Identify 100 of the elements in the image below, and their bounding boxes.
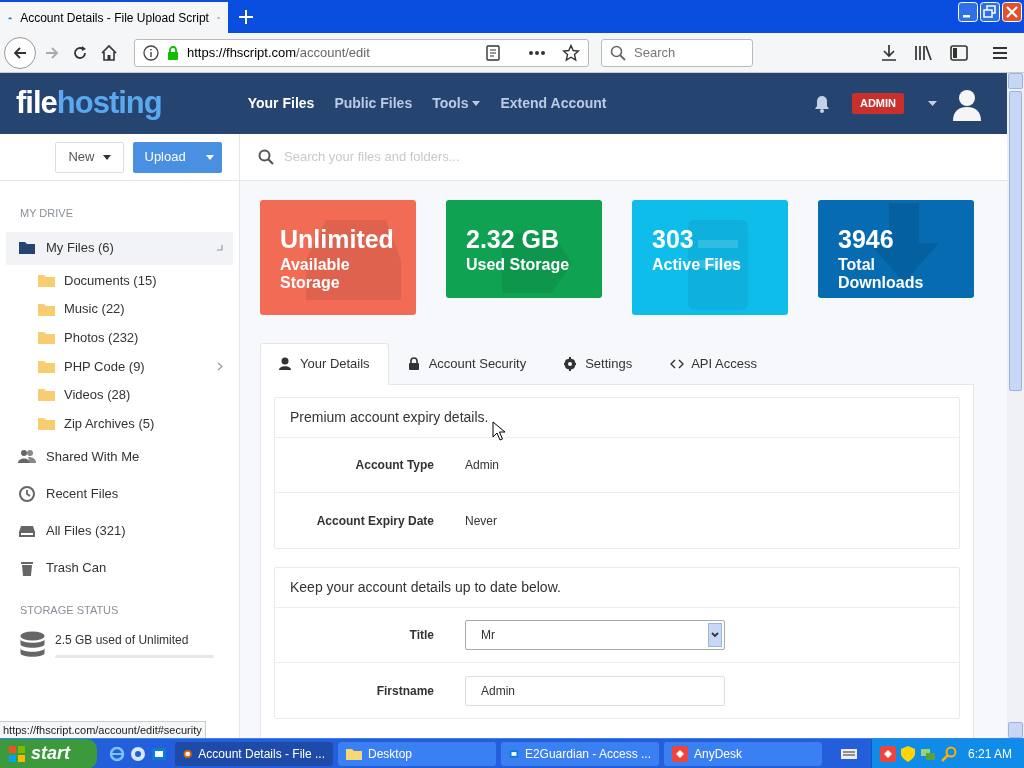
windows-logo-icon bbox=[8, 744, 26, 763]
chevron-icon[interactable] bbox=[217, 361, 223, 371]
tab[interactable]: API Access bbox=[651, 343, 776, 385]
nav-link[interactable]: Public Files bbox=[334, 93, 413, 114]
tab[interactable]: Settings bbox=[545, 343, 652, 385]
minimize-icon[interactable] bbox=[958, 2, 978, 22]
home-icon[interactable] bbox=[100, 43, 118, 62]
info-icon[interactable] bbox=[143, 44, 159, 61]
nav-link[interactable]: Tools bbox=[432, 93, 481, 114]
folder-icon bbox=[38, 416, 55, 430]
back-arrow-icon bbox=[12, 44, 28, 61]
back-button[interactable] bbox=[4, 36, 36, 69]
app-icon[interactable] bbox=[879, 745, 896, 762]
reload-icon[interactable] bbox=[72, 44, 88, 61]
bell-icon[interactable] bbox=[813, 94, 830, 113]
field-label: Title bbox=[408, 627, 434, 644]
new-tab-icon[interactable] bbox=[236, 7, 256, 27]
field-value: Admin bbox=[465, 457, 499, 474]
menu-icon[interactable] bbox=[992, 45, 1008, 60]
lock-icon bbox=[407, 357, 422, 371]
section-heading: STORAGE STATUS bbox=[19, 603, 120, 619]
caret-icon[interactable] bbox=[928, 101, 937, 106]
taskbar-button[interactable]: Account Details - File ... bbox=[175, 741, 333, 766]
chevron-icon bbox=[711, 632, 719, 638]
folder-icon bbox=[38, 359, 55, 373]
sidebar-item[interactable]: My Files (6) bbox=[6, 231, 233, 265]
folder-item[interactable]: Videos (28) bbox=[6, 382, 233, 407]
folder-icon bbox=[18, 239, 36, 257]
restore-icon[interactable] bbox=[980, 2, 1000, 22]
stat-label: Total Downloads bbox=[838, 256, 925, 292]
stat-label: Active Files bbox=[652, 256, 742, 274]
user-icon bbox=[279, 357, 293, 371]
keyboard-icon[interactable] bbox=[840, 747, 857, 760]
tab[interactable]: Account Security bbox=[388, 343, 546, 385]
nav-link[interactable]: Your Files bbox=[247, 93, 315, 114]
search-icon bbox=[258, 149, 274, 165]
new-button[interactable]: New bbox=[55, 141, 124, 173]
sidebar-icon[interactable] bbox=[950, 44, 968, 61]
caret-icon bbox=[102, 154, 111, 160]
folder-icon bbox=[38, 302, 55, 316]
globe-icon[interactable] bbox=[109, 745, 125, 762]
start-button[interactable]: start bbox=[0, 738, 97, 768]
folder-item[interactable]: Photos (232) bbox=[6, 325, 233, 350]
taskbar-button[interactable]: E2Guardian - Access ... bbox=[501, 741, 659, 766]
tab[interactable]: Your Details bbox=[260, 343, 389, 385]
app-icon[interactable] bbox=[151, 745, 167, 762]
clock-icon bbox=[18, 484, 36, 503]
star-icon[interactable] bbox=[562, 43, 580, 62]
folder-item[interactable]: Zip Archives (5) bbox=[6, 411, 233, 436]
taskbar-button[interactable]: Desktop bbox=[338, 741, 496, 766]
download-icon[interactable] bbox=[880, 43, 898, 62]
database-icon bbox=[20, 630, 45, 659]
nav-link[interactable]: Extend Account bbox=[500, 93, 607, 114]
more-icon[interactable] bbox=[528, 49, 546, 56]
gear-icon bbox=[564, 357, 579, 371]
library-icon[interactable] bbox=[914, 43, 934, 62]
caret-icon bbox=[472, 101, 481, 106]
sidebar-item[interactable]: All Files (321) bbox=[6, 514, 233, 548]
stat-value: Unlimited bbox=[280, 224, 395, 254]
browser-tab[interactable]: Account Details - File Upload Script bbox=[0, 2, 228, 33]
title-select[interactable]: Mr bbox=[465, 620, 725, 650]
search-field[interactable]: Search bbox=[601, 38, 753, 67]
sidebar-item[interactable]: Trash Can bbox=[6, 551, 233, 585]
app-icon bbox=[672, 745, 688, 762]
scrollbar[interactable] bbox=[1007, 73, 1024, 738]
folder-icon bbox=[38, 274, 55, 287]
firstname-field[interactable]: Admin bbox=[465, 675, 725, 706]
folder-item[interactable]: Documents (15) bbox=[6, 268, 233, 293]
close-icon[interactable] bbox=[1002, 2, 1022, 22]
folder-item[interactable]: PHP Code (9) bbox=[6, 354, 233, 379]
stat-value: 303 bbox=[652, 224, 695, 254]
status-url: https://fhscript.com/account/edit#security bbox=[0, 721, 206, 738]
role-badge: ADMIN bbox=[851, 93, 904, 114]
sidebar-item[interactable]: Shared With Me bbox=[6, 440, 233, 474]
folder-icon bbox=[38, 388, 55, 402]
folder-item[interactable]: Music (22) bbox=[6, 297, 233, 322]
sidebar-item[interactable]: Recent Files bbox=[6, 477, 233, 511]
stat-value: 3946 bbox=[838, 224, 895, 254]
card-heading: Keep your account details up to date below. bbox=[275, 568, 959, 608]
stat-value: 2.32 GB bbox=[466, 224, 561, 254]
field-label: Firstname bbox=[375, 682, 434, 700]
search-icon bbox=[610, 44, 626, 61]
taskbar-button[interactable]: AnyDesk bbox=[664, 741, 822, 766]
storage-text: 2.5 GB used of Unlimited bbox=[55, 632, 190, 650]
caret-icon bbox=[205, 154, 214, 160]
field-value: Never bbox=[465, 512, 497, 530]
reader-view-icon[interactable] bbox=[486, 44, 500, 61]
address-bar[interactable]: https://fhscript.com/account/edit bbox=[134, 38, 589, 67]
tab-title: Account Details - File Upload Script bbox=[20, 9, 209, 27]
url-text: https://fhscript.com/account/edit bbox=[187, 43, 371, 62]
people-icon bbox=[18, 447, 36, 466]
stat-label: Available Storage bbox=[280, 256, 351, 292]
clock: 6:21 AM bbox=[967, 745, 1012, 763]
logo: filehosting bbox=[16, 84, 162, 123]
disc-icon[interactable] bbox=[130, 745, 146, 762]
code-icon bbox=[670, 357, 685, 371]
folder-icon bbox=[38, 331, 55, 345]
stat-label: Used Storage bbox=[466, 256, 571, 274]
dropdown-button[interactable] bbox=[708, 623, 722, 647]
lock-icon bbox=[167, 45, 179, 60]
